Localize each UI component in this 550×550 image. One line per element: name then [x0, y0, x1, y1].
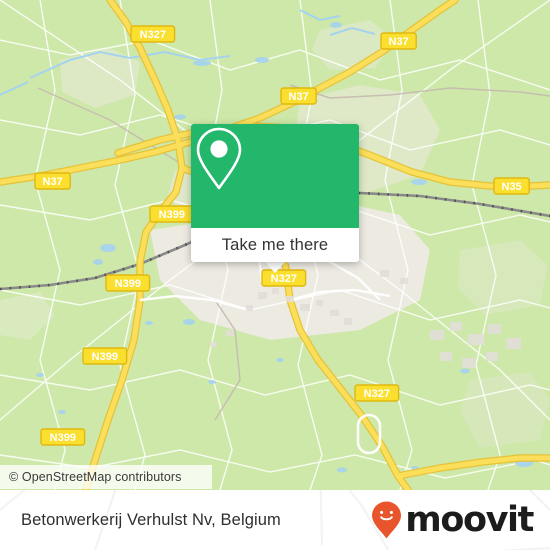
- map-attribution: © OpenStreetMap contributors: [0, 465, 212, 489]
- road-shield: N37: [280, 87, 317, 105]
- place-callout-card[interactable]: Take me there: [191, 124, 359, 262]
- footer-bar: Betonwerkerij Verhulst Nv, Belgium moovi…: [0, 490, 550, 550]
- road-shield-label: N37: [289, 91, 309, 103]
- road-shield: N399: [82, 347, 128, 365]
- road-shield-label: N399: [50, 432, 76, 444]
- moovit-smiley-pin-icon: [372, 501, 402, 539]
- take-me-there-button[interactable]: Take me there: [191, 228, 359, 262]
- road-shield-label: N327: [140, 29, 166, 41]
- road-shield: N37: [380, 32, 417, 50]
- map-canvas[interactable]: N327 N37 N37 N37 N35 N399 N399 N327 N399 N327 N399…: [0, 0, 550, 490]
- road-shield-label: N37: [43, 176, 63, 188]
- road-shield-label: N37: [389, 36, 409, 48]
- road-shield: N399: [40, 428, 86, 446]
- road-shield: N37: [34, 172, 71, 190]
- card-pin-area: [191, 124, 359, 228]
- road-shield-label: N399: [92, 351, 118, 363]
- road-shield-label: N399: [159, 209, 185, 221]
- road-shield-label: N399: [115, 278, 141, 290]
- road-shield: N327: [354, 384, 400, 402]
- card-pointer-tail: [265, 262, 285, 273]
- attribution-text: © OpenStreetMap contributors: [9, 470, 182, 484]
- take-me-there-label: Take me there: [221, 235, 329, 254]
- road-shield-label: N35: [502, 181, 522, 193]
- road-shield: N35: [493, 177, 530, 195]
- moovit-wordmark: moovit: [405, 499, 534, 540]
- place-name-text: Betonwerkerij Verhulst Nv, Belgium: [21, 510, 281, 529]
- road-shield: N399: [149, 205, 195, 223]
- road-shield-label: N327: [364, 388, 390, 400]
- road-shield: N327: [130, 25, 176, 43]
- road-shield: N399: [105, 274, 151, 292]
- map-pin-icon: [196, 127, 242, 190]
- moovit-brand[interactable]: moovit: [370, 490, 534, 550]
- road-shield-label: N327: [271, 273, 297, 285]
- moovit-place-card-screen: N327 N37 N37 N37 N35 N399 N399 N327 N399 N327 N399…: [0, 0, 550, 550]
- place-name-line: Betonwerkerij Verhulst Nv, Belgium: [21, 490, 281, 550]
